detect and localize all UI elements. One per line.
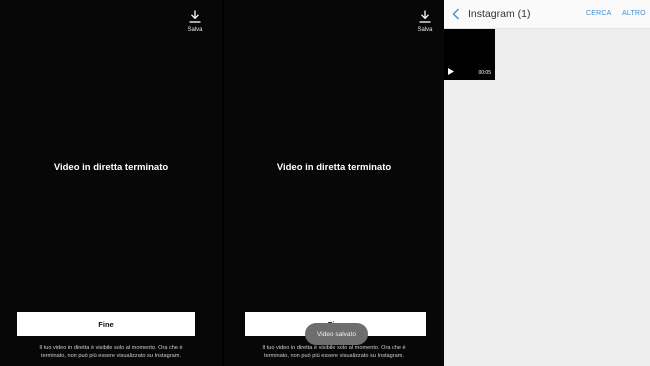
note-line-2: terminato, non può più essere visualizza… (264, 353, 404, 359)
download-icon (419, 10, 431, 23)
live-ended-screen-2: Salva Video in diretta terminato Fine Vi… (224, 0, 444, 366)
video-saved-toast: Video salvato (305, 323, 368, 345)
album-title: Instagram (1) (468, 8, 531, 20)
search-button[interactable]: CERCA (586, 10, 612, 17)
save-button[interactable]: Salva (180, 10, 210, 33)
note-line-1: Il tuo video in diretta è visibile solo … (262, 345, 406, 351)
download-icon (189, 10, 201, 23)
save-label: Salva (187, 27, 203, 33)
save-label: Salva (417, 27, 433, 33)
more-button[interactable]: ALTRO (622, 10, 646, 17)
play-icon (448, 68, 454, 75)
note-line-1: Il tuo video in diretta è visibile solo … (39, 345, 183, 351)
live-ended-note: Il tuo video in diretta è visibile solo … (231, 344, 437, 360)
live-ended-note: Il tuo video in diretta è visibile solo … (8, 344, 214, 360)
gallery-header: Instagram (1) CERCA ALTRO (444, 0, 650, 29)
video-thumbnail[interactable]: 00:05 (444, 29, 495, 80)
note-line-2: terminato, non può più essere visualizza… (41, 353, 181, 359)
live-ended-title: Video in diretta terminato (53, 162, 169, 173)
done-button[interactable]: Fine (17, 312, 195, 336)
back-arrow-icon[interactable] (452, 8, 460, 20)
live-ended-title: Video in diretta terminato (276, 162, 392, 173)
video-duration: 00:05 (478, 70, 491, 76)
save-button[interactable]: Salva (410, 10, 440, 33)
live-ended-screen-1: Salva Video in diretta terminato Fine Il… (0, 0, 222, 366)
